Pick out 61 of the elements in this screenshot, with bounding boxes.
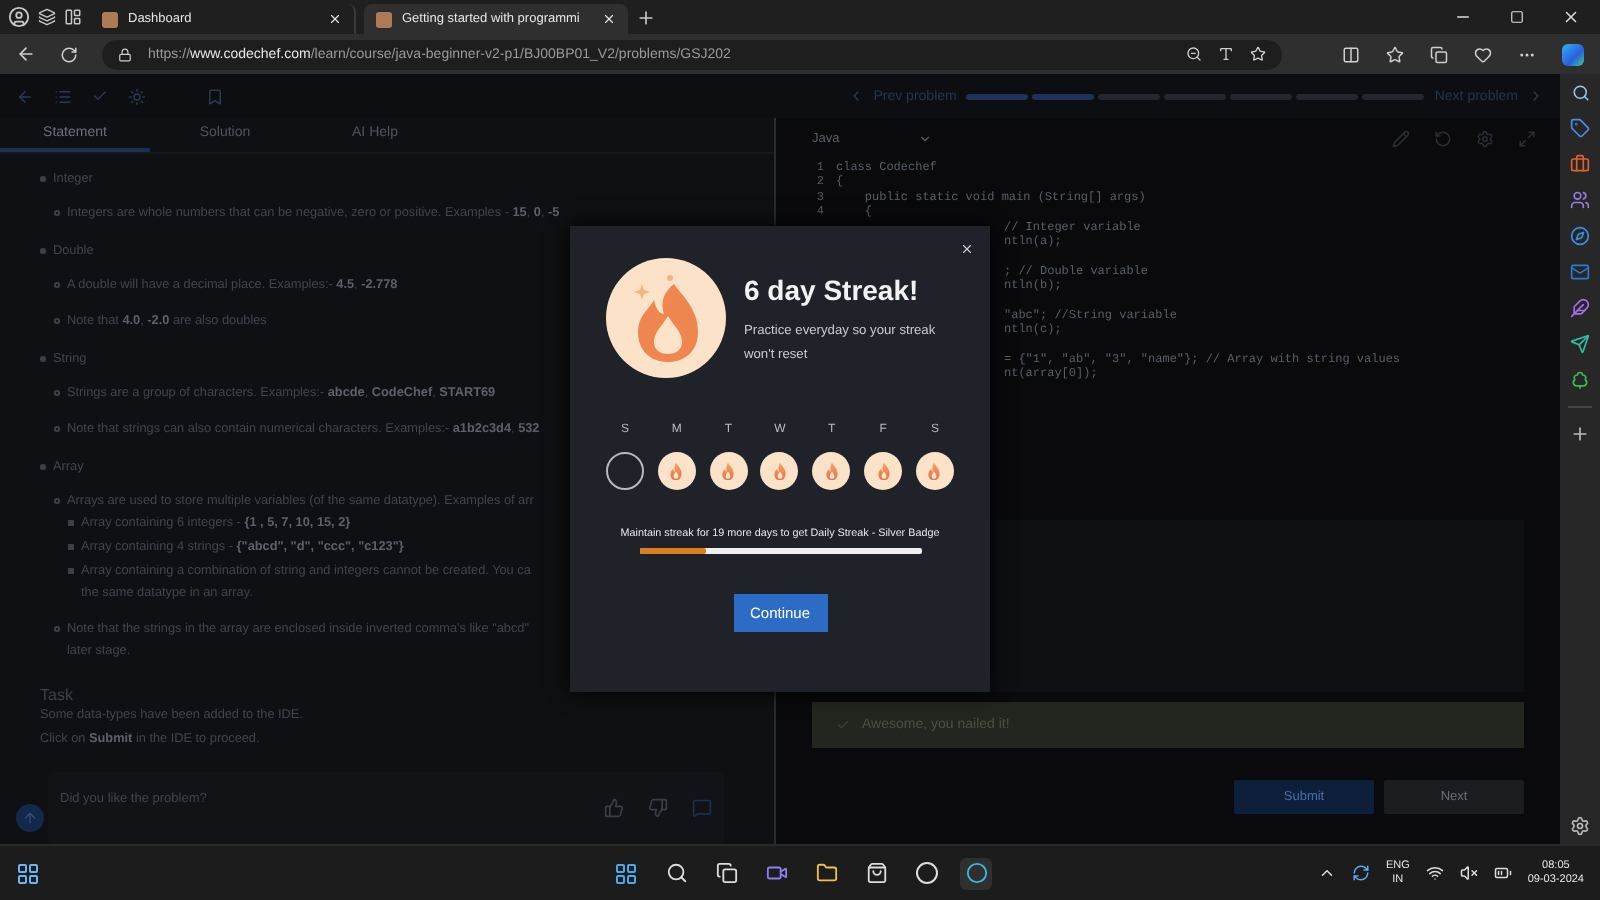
bullet-icon [54,210,59,216]
bullet-icon [68,544,73,550]
send-icon[interactable] [1570,334,1590,354]
flame-icon [875,461,892,481]
chevron-up-icon[interactable] [1317,864,1336,882]
compass-icon[interactable] [1570,226,1590,246]
battery-icon[interactable] [1493,864,1512,882]
thumbs-down-icon[interactable] [648,798,668,818]
tree-icon[interactable] [1570,370,1590,390]
bullet-icon [40,464,45,470]
bullet-icon [54,318,59,324]
mail-icon[interactable] [1570,262,1590,282]
mute-icon[interactable] [1459,864,1478,882]
people-icon[interactable] [1570,190,1590,210]
bullet-icon [40,248,45,254]
dialog-title: 6 day Streak! [744,274,921,306]
bullet-icon [54,426,59,432]
caret-icon[interactable] [918,132,932,146]
flame-icon [823,461,840,481]
maximize-icon[interactable] [1510,10,1524,24]
feather-icon[interactable] [1570,298,1590,318]
briefcase-icon[interactable] [1570,154,1590,174]
add-icon[interactable] [1570,424,1590,444]
bullet-icon [54,498,59,504]
site-icon [376,11,392,27]
new-tab-icon[interactable] [636,7,656,27]
favorites-icon[interactable] [1386,45,1404,63]
close-icon[interactable] [959,241,973,255]
refresh-icon[interactable] [60,45,78,63]
workspaces-icon[interactable] [38,8,56,26]
bullet-icon [54,282,59,288]
check-icon[interactable] [92,88,108,104]
search-icon[interactable] [1571,84,1589,102]
tag-icon[interactable] [1570,118,1590,138]
check-icon [836,718,850,732]
close-icon[interactable] [1562,8,1580,26]
settings-icon[interactable] [1570,816,1590,836]
bullet-icon [68,520,73,526]
close-icon[interactable] [602,12,616,26]
zoom-out-icon[interactable] [1186,46,1202,62]
flame-icon [926,461,943,481]
thumbs-up-icon[interactable] [604,798,624,818]
profile-icon[interactable] [8,6,30,28]
bullet-icon [40,176,45,182]
flame-icon [668,461,685,481]
sync-icon[interactable] [1351,864,1370,882]
favorite-icon[interactable] [1250,46,1266,62]
bullet-icon [40,356,45,362]
flame-icon [771,461,788,481]
site-icon [102,11,118,27]
bullet-icon [68,568,73,574]
collections-icon[interactable] [1430,45,1448,63]
bullet-icon [54,626,59,632]
bullet-icon [54,390,59,396]
split-screen-icon[interactable] [1342,45,1360,63]
close-icon[interactable] [328,12,342,26]
wifi-icon[interactable] [1425,864,1444,882]
lock-icon [118,47,132,61]
widgets-icon[interactable] [16,861,40,885]
back-icon[interactable] [16,44,36,64]
flame-icon [720,461,737,481]
